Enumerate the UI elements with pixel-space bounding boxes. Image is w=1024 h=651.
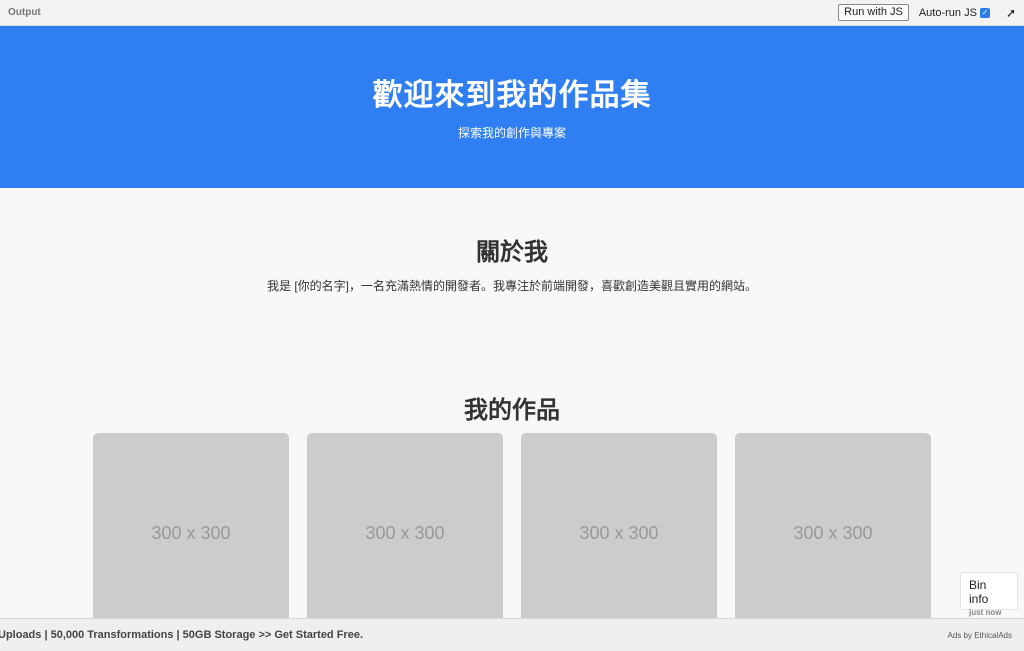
- bin-info-title: Bin info: [969, 578, 989, 606]
- work-card-placeholder: 300 x 300: [365, 522, 445, 543]
- work-card-placeholder: 300 x 300: [793, 522, 873, 543]
- work-card[interactable]: 300 x 300: [307, 433, 503, 618]
- run-with-js-button[interactable]: Run with JS: [838, 4, 909, 21]
- output-frame: 歡迎來到我的作品集 探索我的創作與專案 關於我 我是 [你的名字]，一名充滿熱情…: [0, 26, 1024, 618]
- works-gallery: 300 x 300 300 x 300 300 x 300 300 x 300: [0, 433, 1024, 618]
- work-card-placeholder: 300 x 300: [579, 522, 659, 543]
- toolbar-controls: Run with JS Auto-run JS ✓ ➚: [838, 4, 1016, 21]
- ads-by-ethicalads-link[interactable]: Ads by EthicalAds: [948, 631, 1012, 640]
- bin-info-time: just now: [969, 608, 1002, 617]
- about-title: 關於我: [476, 239, 548, 266]
- ad-bar: Uploads | 50,000 Transformations | 50GB …: [0, 618, 1024, 651]
- work-card-placeholder: 300 x 300: [151, 522, 231, 543]
- ad-link[interactable]: Uploads | 50,000 Transformations | 50GB …: [0, 629, 363, 641]
- bin-info-panel[interactable]: Bin info just now: [960, 572, 1018, 617]
- hero-title: 歡迎來到我的作品集: [372, 79, 652, 112]
- hero-banner: 歡迎來到我的作品集 探索我的創作與專案: [0, 26, 1024, 188]
- autorun-checkbox[interactable]: ✓: [979, 7, 990, 18]
- works-section: 我的作品 300 x 300 300 x 300 300 x 300 300 x…: [0, 294, 1024, 618]
- hero-subtitle: 探索我的創作與專案: [457, 126, 566, 140]
- works-title: 我的作品: [464, 397, 560, 424]
- work-card[interactable]: 300 x 300: [93, 433, 289, 618]
- autorun-label: Auto-run JS: [918, 6, 977, 19]
- about-section: 關於我 我是 [你的名字]，一名充滿熱情的開發者。我專注於前端開發，喜歡創造美觀…: [0, 188, 1024, 294]
- about-text: 我是 [你的名字]，一名充滿熱情的開發者。我專注於前端開發，喜歡創造美觀且實用的…: [266, 279, 757, 293]
- autorun-toggle[interactable]: Auto-run JS ✓: [919, 7, 990, 19]
- output-toolbar: Output Run with JS Auto-run JS ✓ ➚: [0, 0, 1024, 26]
- work-card[interactable]: 300 x 300: [521, 433, 717, 618]
- work-card[interactable]: 300 x 300: [735, 433, 931, 618]
- popout-arrow-icon[interactable]: ➚: [1006, 6, 1016, 20]
- output-label: Output: [8, 7, 41, 18]
